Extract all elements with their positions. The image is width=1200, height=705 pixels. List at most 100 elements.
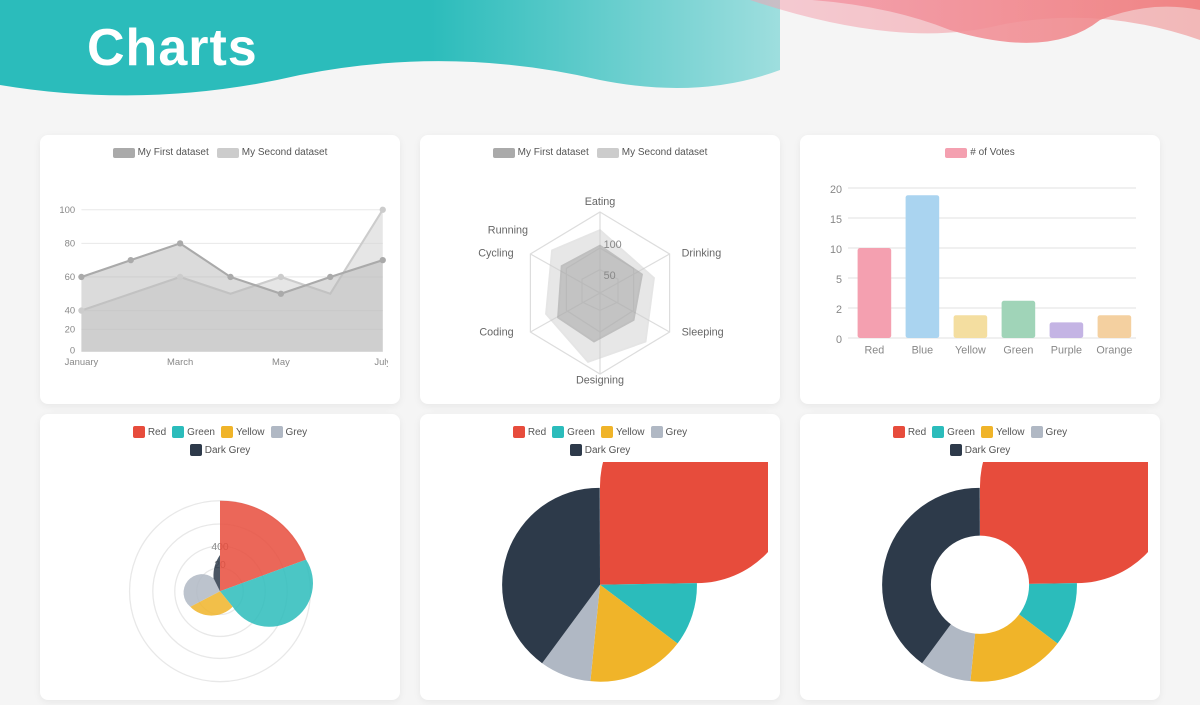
charts-container: My First dataset My Second dataset 100 8… [0, 120, 1200, 628]
svg-text:2: 2 [836, 304, 842, 316]
svg-text:40: 40 [65, 306, 76, 317]
radar-legend-color-1 [493, 148, 515, 158]
bar-legend-item-1: # of Votes [945, 147, 1014, 158]
pie-legend-green: Green [552, 426, 595, 438]
svg-text:Coding: Coding [479, 327, 513, 339]
svg-text:50: 50 [604, 270, 616, 282]
legend-label-1: My First dataset [138, 147, 209, 158]
polar-legend-color-darkgrey [190, 444, 202, 456]
donut-chart-card: Red Green Yellow Grey Dark Grey [800, 414, 1160, 700]
legend-item-2: My Second dataset [217, 147, 328, 158]
svg-text:January: January [65, 357, 99, 368]
svg-text:100: 100 [604, 239, 622, 251]
pie-legend-red: Red [513, 426, 546, 438]
svg-text:Running: Running [488, 225, 528, 237]
donut-legend-label-red: Red [908, 427, 926, 438]
pie-legend-color-green [552, 426, 564, 438]
chart-row-1: My First dataset My Second dataset 100 8… [40, 130, 1160, 409]
donut-chart-svg [812, 462, 1148, 688]
donut-legend-label-darkgrey: Dark Grey [965, 445, 1011, 456]
polar-legend-label-yellow: Yellow [236, 427, 265, 438]
polar-chart-card: Red Green Yellow Grey Dark Grey [40, 414, 400, 700]
polar-legend-color-yellow [221, 426, 233, 438]
svg-text:Eating: Eating [585, 196, 616, 208]
donut-legend-green: Green [932, 426, 975, 438]
pie-legend-color-darkgrey [570, 444, 582, 456]
pie-legend-color-yellow [601, 426, 613, 438]
svg-text:80: 80 [65, 239, 76, 250]
svg-text:Yellow: Yellow [955, 345, 986, 357]
svg-text:5: 5 [836, 274, 842, 286]
pie-legend-label-grey: Grey [666, 427, 688, 438]
pie-legend-label-darkgrey: Dark Grey [585, 445, 631, 456]
pie-legend-label-yellow: Yellow [616, 427, 645, 438]
donut-legend-color-yellow [981, 426, 993, 438]
polar-legend-darkgrey: Dark Grey [100, 444, 341, 456]
svg-text:60: 60 [65, 272, 76, 283]
svg-text:Orange: Orange [1096, 345, 1132, 357]
svg-text:0: 0 [836, 334, 842, 346]
svg-text:Purple: Purple [1051, 345, 1082, 357]
svg-text:Drinking: Drinking [682, 247, 722, 259]
line-chart-legend: My First dataset My Second dataset [113, 147, 328, 158]
polar-legend-label-red: Red [148, 427, 166, 438]
donut-legend-label-yellow: Yellow [996, 427, 1025, 438]
radar-chart-svg: 50 100 Eating Drinking Sleeping Designin… [432, 164, 768, 392]
svg-text:Blue: Blue [912, 345, 934, 357]
polar-legend-red: Red [133, 426, 166, 438]
legend-color-2 [217, 148, 239, 158]
donut-legend-darkgrey: Dark Grey [860, 444, 1101, 456]
legend-item-1: My First dataset [113, 147, 209, 158]
svg-text:20: 20 [830, 184, 842, 196]
polar-legend-label-darkgrey: Dark Grey [205, 445, 251, 456]
polar-legend-color-green [172, 426, 184, 438]
legend-label-2: My Second dataset [242, 147, 328, 158]
pie-legend: Red Green Yellow Grey Dark Grey [480, 426, 721, 456]
donut-legend-color-grey [1031, 426, 1043, 438]
pie-chart-card: Red Green Yellow Grey Dark Grey [420, 414, 780, 700]
bar-legend-label-1: # of Votes [970, 147, 1014, 158]
radar-legend-label-2: My Second dataset [622, 147, 708, 158]
pie-legend-label-red: Red [528, 427, 546, 438]
polar-legend-label-green: Green [187, 427, 215, 438]
radar-legend-color-2 [597, 148, 619, 158]
svg-text:15: 15 [830, 214, 842, 226]
pie-legend-yellow: Yellow [601, 426, 645, 438]
svg-text:Green: Green [1003, 345, 1033, 357]
line-chart-card: My First dataset My Second dataset 100 8… [40, 135, 400, 404]
page-title: Charts [87, 18, 258, 78]
polar-legend-yellow: Yellow [221, 426, 265, 438]
svg-text:Sleeping: Sleeping [682, 327, 724, 339]
bar-chart-legend: # of Votes [945, 147, 1014, 158]
bar-chart-card: # of Votes 20 15 10 5 2 0 [800, 135, 1160, 404]
donut-legend-color-darkgrey [950, 444, 962, 456]
donut-legend: Red Green Yellow Grey Dark Grey [860, 426, 1101, 456]
bar-chart-svg: 20 15 10 5 2 0 Red [812, 164, 1148, 392]
donut-legend-red: Red [893, 426, 926, 438]
svg-text:0: 0 [70, 346, 75, 357]
donut-legend-label-green: Green [947, 427, 975, 438]
pie-legend-color-red [513, 426, 525, 438]
radar-legend-item-1: My First dataset [493, 147, 589, 158]
donut-legend-color-red [893, 426, 905, 438]
polar-legend-label-grey: Grey [286, 427, 308, 438]
svg-text:20: 20 [65, 325, 76, 336]
donut-legend-label-grey: Grey [1046, 427, 1068, 438]
polar-legend-color-grey [271, 426, 283, 438]
bar-legend-color-1 [945, 148, 967, 158]
svg-text:July: July [374, 357, 388, 368]
svg-text:10: 10 [830, 244, 842, 256]
line-chart-svg: 100 80 60 40 20 0 [52, 164, 388, 392]
polar-chart-svg: 400 20 [52, 462, 388, 688]
radar-chart-legend: My First dataset My Second dataset [493, 147, 708, 158]
polar-legend-green: Green [172, 426, 215, 438]
radar-chart-card: My First dataset My Second dataset [420, 135, 780, 404]
pie-legend-color-grey [651, 426, 663, 438]
donut-legend-yellow: Yellow [981, 426, 1025, 438]
svg-text:Designing: Designing [576, 375, 624, 387]
svg-text:May: May [272, 357, 290, 368]
svg-text:March: March [167, 357, 193, 368]
donut-legend-grey: Grey [1031, 426, 1068, 438]
chart-row-2: Red Green Yellow Grey Dark Grey [40, 409, 1160, 705]
pie-legend-darkgrey: Dark Grey [480, 444, 721, 456]
